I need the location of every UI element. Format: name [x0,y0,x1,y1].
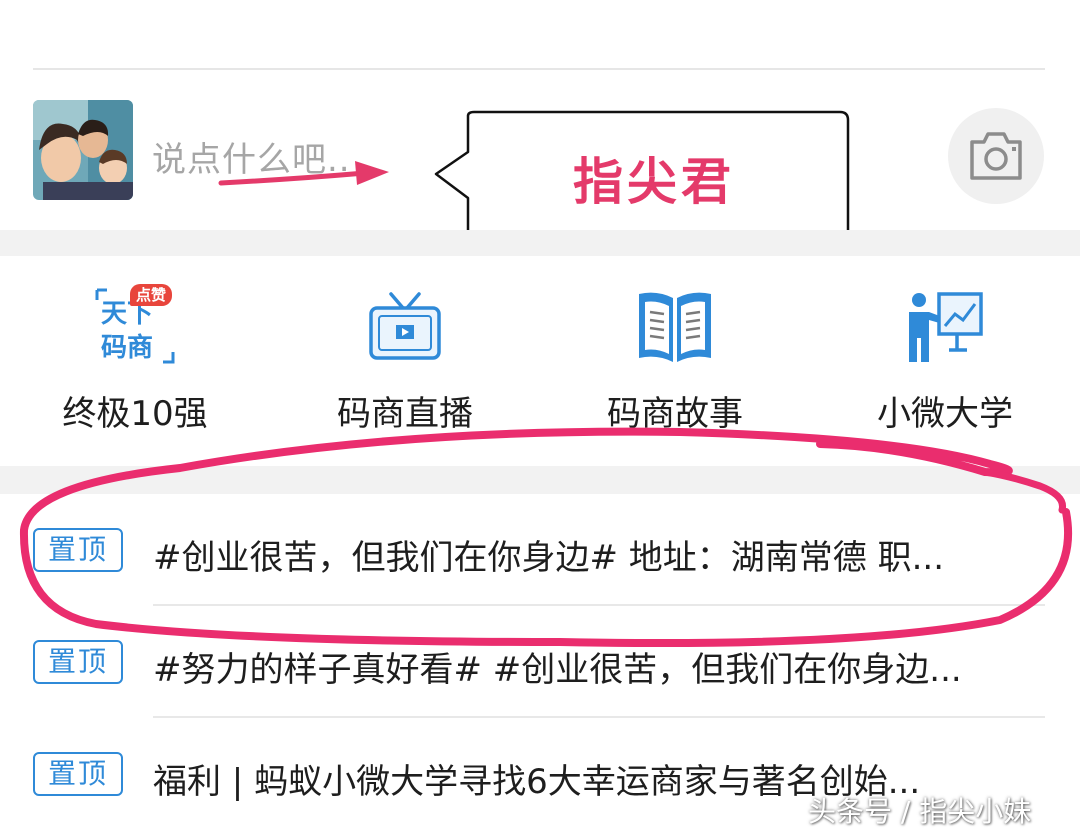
watermark: 头条号 / 指尖小妹 [808,795,1032,828]
pinned-tag: 置顶 [33,752,123,796]
menu-label-live: 码商直播 [337,394,473,434]
post-title[interactable]: #努力的样子真好看# #创业很苦，但我们在你身边... [153,642,1033,691]
menu-item-live[interactable]: 码商直播 [270,256,540,466]
feature-menu: 天下 码商 点赞 终极10强 码商直播 码商故事 小微大学 [0,256,1080,466]
like-badge: 点赞 [130,284,173,306]
list-item[interactable]: 置顶 #创业很苦，但我们在你身边# 地址：湖南常德 职... [0,494,1080,606]
section-divider [0,230,1080,256]
open-book-icon [635,286,715,366]
list-item[interactable]: 置顶 #努力的样子真好看# #创业很苦，但我们在你身边... [0,606,1080,718]
menu-item-top10[interactable]: 天下 码商 点赞 终极10强 [0,256,270,466]
top-divider [33,68,1045,70]
menu-label-story: 码商故事 [607,394,743,434]
pinned-tag: 置顶 [33,528,123,572]
annotation-arrow [218,161,389,186]
avatar[interactable] [33,100,133,200]
post-title[interactable]: #创业很苦，但我们在你身边# 地址：湖南常德 职... [153,530,1033,579]
tv-icon [365,286,445,366]
pinned-tag: 置顶 [33,640,123,684]
section-divider [0,466,1080,494]
menu-item-story[interactable]: 码商故事 [540,256,810,466]
svg-text:码商: 码商 [101,332,153,363]
menu-item-university[interactable]: 小微大学 [810,256,1080,466]
menu-label-university: 小微大学 [877,394,1013,434]
camera-button[interactable] [948,108,1044,204]
callout-text: 指尖君 [573,153,735,211]
teacher-board-icon [905,286,985,366]
menu-label-top10: 终极10强 [62,394,208,434]
camera-icon [970,132,1022,180]
